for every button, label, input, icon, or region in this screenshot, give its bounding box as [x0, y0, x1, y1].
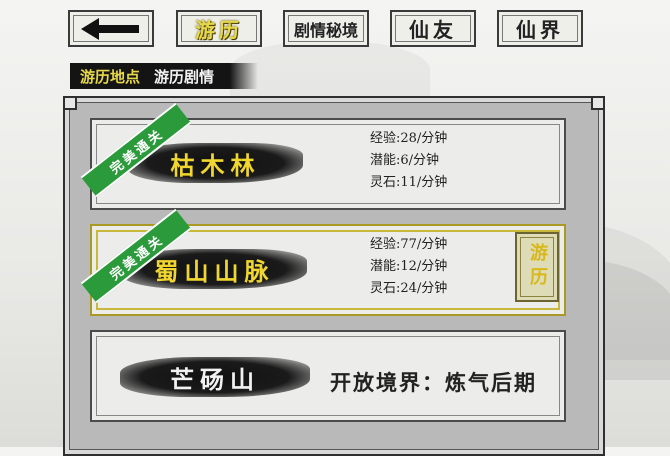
ink-brush-banner: 芒砀山 [120, 357, 310, 397]
tab-story-realm[interactable]: 剧情秘境 [283, 10, 369, 47]
tab-immortal-friends[interactable]: 仙友 [390, 10, 476, 47]
subtab-travel-locations[interactable]: 游历地点 [80, 66, 140, 87]
location-name: 蜀山山脉 [154, 256, 275, 286]
mountain-backdrop [230, 40, 430, 100]
location-stats: 经验:28/分钟 潜能:6/分钟 灵石:11/分钟 [370, 128, 447, 194]
tab-label: 仙友 [409, 18, 457, 42]
tab-label: 游历 [195, 18, 243, 42]
frame-corner [591, 96, 605, 110]
stat-spirit-stone: 灵石:11/分钟 [370, 175, 448, 190]
travel-button[interactable]: 游历 [515, 232, 559, 302]
travel-button-label: 游历 [527, 243, 548, 291]
back-button[interactable] [68, 10, 154, 47]
stat-potential: 潜能:12/分钟 [370, 259, 448, 274]
tab-immortal-realm[interactable]: 仙界 [497, 10, 583, 47]
tab-travel[interactable]: 游历 [176, 10, 262, 47]
stat-spirit-stone: 灵石:24/分钟 [370, 281, 448, 296]
stat-potential: 潜能:6/分钟 [370, 153, 440, 168]
location-name: 芒砀山 [170, 364, 260, 394]
location-name: 枯木林 [170, 150, 261, 180]
tab-label: 剧情秘境 [293, 20, 358, 40]
stat-exp: 经验:28/分钟 [370, 131, 448, 146]
unlock-requirement: 开放境界：炼气后期 [330, 370, 537, 395]
left-arrow-icon [81, 17, 139, 40]
subtab-bar: 游历地点 游历剧情 [70, 63, 259, 89]
stat-exp: 经验:77/分钟 [370, 237, 448, 252]
subtab-travel-story[interactable]: 游历剧情 [154, 66, 214, 87]
location-stats: 经验:77/分钟 潜能:12/分钟 灵石:24/分钟 [370, 234, 447, 300]
tab-label: 仙界 [516, 18, 564, 42]
frame-corner [63, 96, 77, 110]
